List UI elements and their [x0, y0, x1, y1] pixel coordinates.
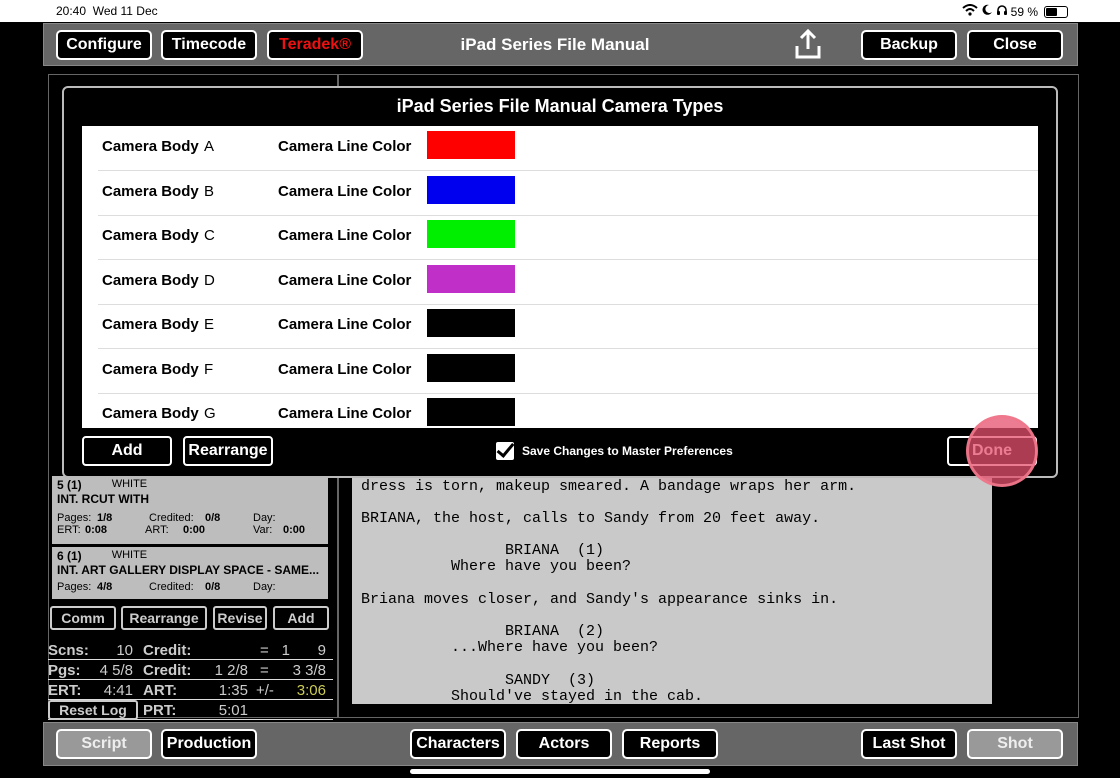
camera-line-color-label: Camera Line Color [278, 227, 412, 244]
camera-color-swatch[interactable] [427, 353, 515, 382]
camera-body-label: Camera Body [102, 405, 199, 422]
camera-row[interactable]: Camera Body B Camera Line Color [98, 171, 1038, 216]
production-tab[interactable]: Production [161, 729, 257, 759]
revise-button[interactable]: Revise [213, 606, 267, 630]
status-bar: 20:40 Wed 11 Dec 59 % [0, 0, 1120, 22]
camera-color-swatch[interactable] [427, 175, 515, 204]
camera-row[interactable]: Camera Body A Camera Line Color [98, 126, 1038, 171]
battery-percent: 59 % [1010, 4, 1038, 19]
camera-letter: A [204, 138, 215, 155]
add-camera-button[interactable]: Add [82, 436, 172, 466]
camera-body-label: Camera Body [102, 182, 199, 200]
comm-button[interactable]: Comm [50, 606, 116, 630]
status-indicators: 59 % [961, 4, 1068, 19]
camera-body-label: Camera Body [102, 316, 199, 333]
script-line: BRIANA (2) [361, 623, 605, 640]
page-title: iPad Series File Manual [460, 35, 650, 54]
save-label: Save Changes to Master Preferences [522, 444, 733, 458]
close-button[interactable]: Close [967, 30, 1063, 60]
camera-line-color-label: Camera Line Color [278, 360, 412, 378]
headphones-icon [996, 4, 1008, 19]
script-line: BRIANA, the host, calls to Sandy from 20… [361, 510, 821, 527]
home-indicator [410, 769, 710, 774]
scene-number: 6 (1) [57, 549, 82, 563]
script-tab[interactable]: Script [56, 729, 152, 759]
script-line: Where have you been? [361, 558, 632, 575]
battery-fill [1046, 7, 1058, 16]
camera-letter: B [204, 182, 215, 200]
camera-line-color-label: Camera Line Color [278, 316, 412, 333]
camera-color-swatch[interactable] [427, 309, 515, 337]
add-scene-button[interactable]: Add [273, 606, 329, 630]
backup-button[interactable]: Backup [861, 30, 957, 60]
camera-letter: E [204, 316, 215, 333]
actors-button[interactable]: Actors [516, 729, 612, 759]
shot-button[interactable]: Shot [967, 729, 1063, 759]
share-icon[interactable] [791, 27, 825, 61]
camera-letter: F [204, 360, 214, 378]
camera-row[interactable]: Camera Body C Camera Line Color [98, 215, 1038, 260]
script-line: SANDY (3) [361, 672, 596, 689]
script-line: ...Where have you been? [361, 639, 659, 656]
done-button[interactable]: Done [947, 436, 1037, 466]
camera-letter: C [204, 227, 215, 244]
scene-item[interactable]: 6 (1) WHITE INT. ART GALLERY DISPLAY SPAC… [52, 547, 328, 599]
camera-color-swatch[interactable] [427, 264, 515, 293]
script-line: Should've stayed in the cab. [361, 688, 704, 704]
camera-row[interactable]: Camera Body F Camera Line Color [98, 349, 1038, 394]
battery-icon [1044, 5, 1068, 18]
script-line: Briana moves closer, and Sandy's appeara… [361, 591, 839, 608]
camera-letter: G [204, 405, 216, 422]
camera-color-swatch[interactable] [427, 131, 515, 159]
checkbox-checked-icon[interactable] [496, 442, 514, 460]
camera-line-color-label: Camera Line Color [278, 405, 412, 422]
camera-body-label: Camera Body [102, 138, 199, 155]
characters-button[interactable]: Characters [410, 729, 506, 759]
script-line: dress is torn, makeup smeared. A bandage… [361, 478, 857, 495]
camera-line-color-label: Camera Line Color [278, 271, 412, 289]
configure-button[interactable]: Configure [56, 30, 152, 60]
rearrange-cameras-button[interactable]: Rearrange [183, 436, 273, 466]
script-page: dress is torn, makeup smeared. A bandage… [352, 474, 992, 704]
scene-color: WHITE [111, 478, 148, 490]
reset-log-button[interactable]: Reset Log [48, 700, 138, 720]
dialog-title: iPad Series File Manual Camera Types [396, 96, 724, 116]
script-line: BRIANA (1) [361, 542, 605, 559]
timecode-button[interactable]: Timecode [161, 30, 257, 60]
camera-body-label: Camera Body [102, 227, 199, 244]
camera-list: Camera Body A Camera Line Color Camera Body… [82, 126, 1038, 428]
status-time: 20:40 Wed 11 Dec [56, 4, 158, 18]
camera-body-label: Camera Body [102, 271, 199, 289]
camera-body-label: Camera Body [102, 360, 199, 378]
scene-heading: INT. RCUT WITH [57, 492, 149, 506]
camera-row[interactable]: Camera Body D Camera Line Color [98, 260, 1038, 305]
save-to-master-toggle[interactable]: Save Changes to Master Preferences [496, 442, 733, 460]
moon-icon [981, 4, 993, 19]
camera-row[interactable]: Camera Body E Camera Line Color [98, 304, 1038, 349]
scene-item[interactable]: 5 (1) WHITE INT. RCUT WITH Pages: 1/8 Cred… [52, 476, 328, 544]
rearrange-scenes-button[interactable]: Rearrange [121, 606, 207, 630]
scene-number: 5 (1) [57, 478, 82, 492]
camera-row[interactable]: Camera Body G Camera Line Color [98, 393, 1038, 428]
camera-color-swatch[interactable] [427, 398, 515, 426]
scene-heading: INT. ART GALLERY DISPLAY SPACE - SAME... [57, 563, 320, 577]
camera-color-swatch[interactable] [427, 220, 515, 248]
camera-line-color-label: Camera Line Color [278, 182, 412, 200]
camera-line-color-label: Camera Line Color [278, 138, 412, 155]
teradek-button[interactable]: Teradek® [267, 30, 363, 60]
camera-letter: D [204, 271, 215, 289]
reports-button[interactable]: Reports [622, 729, 718, 759]
last-shot-button[interactable]: Last Shot [861, 729, 957, 759]
scene-color: WHITE [111, 549, 148, 561]
wifi-icon [961, 4, 978, 19]
